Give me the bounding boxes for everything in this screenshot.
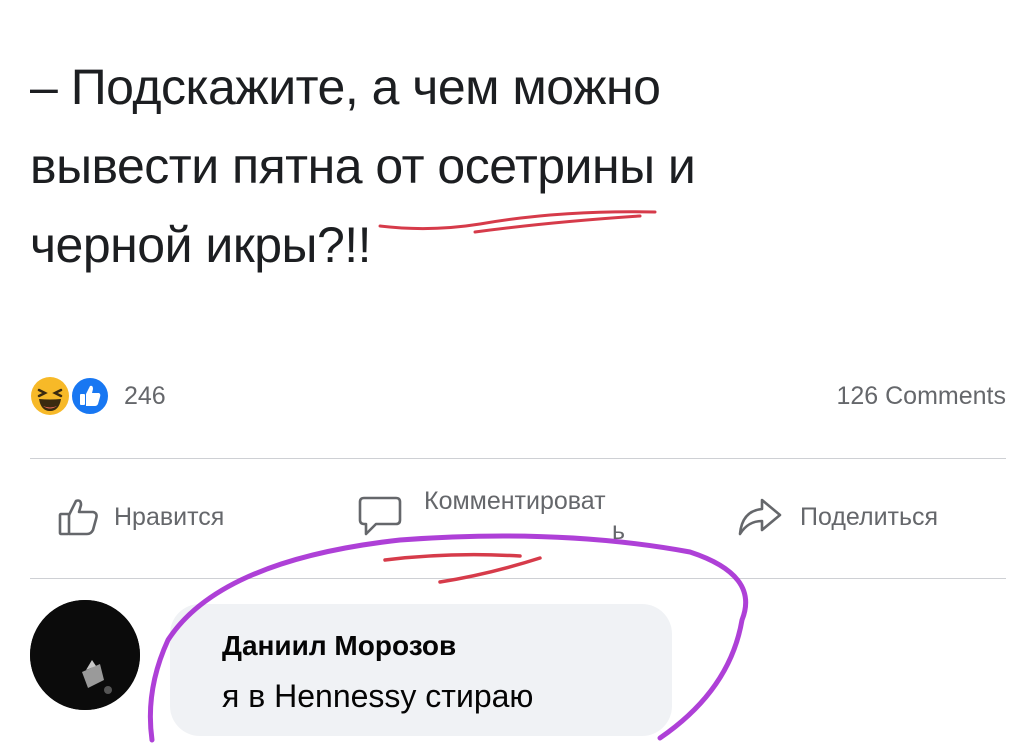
- post-line-1: – Подскажите, а чем можно: [30, 59, 661, 115]
- post-text: – Подскажите, а чем можно вывести пятна …: [30, 48, 990, 285]
- share-icon: [738, 498, 782, 536]
- comments-count-link[interactable]: 126 Comments: [836, 382, 1006, 411]
- comment-label-line2: ь: [612, 517, 626, 545]
- thumbs-up-icon: [58, 499, 98, 536]
- comment-author[interactable]: Даниил Морозов: [222, 630, 456, 662]
- reactions-summary[interactable]: 246: [30, 372, 166, 420]
- comment-icon: [358, 496, 402, 536]
- like-icon: [70, 376, 110, 416]
- divider-bottom: [30, 578, 1006, 579]
- comment-bubble: Даниил Морозов я в Hennessy стираю: [170, 604, 672, 736]
- haha-icon: [31, 377, 69, 415]
- post-line-3: черной икры?!!: [30, 217, 372, 273]
- post-line-2: вывести пятна от осетрины и: [30, 138, 696, 194]
- like-label: Нравится: [114, 502, 225, 531]
- comment-text: я в Hennessy стираю: [222, 678, 534, 714]
- avatar-image: [30, 600, 140, 710]
- share-button[interactable]: Поделиться: [736, 494, 938, 540]
- like-button[interactable]: Нравится: [56, 494, 224, 540]
- reaction-count: 246: [124, 381, 166, 410]
- comment-label-line1: Комментироват: [424, 487, 606, 515]
- share-label: Поделиться: [800, 502, 939, 531]
- reaction-icons: [30, 374, 120, 418]
- comment-button[interactable]: Комментироват ь: [356, 486, 625, 546]
- divider-top: [30, 458, 1006, 459]
- avatar[interactable]: [30, 600, 140, 710]
